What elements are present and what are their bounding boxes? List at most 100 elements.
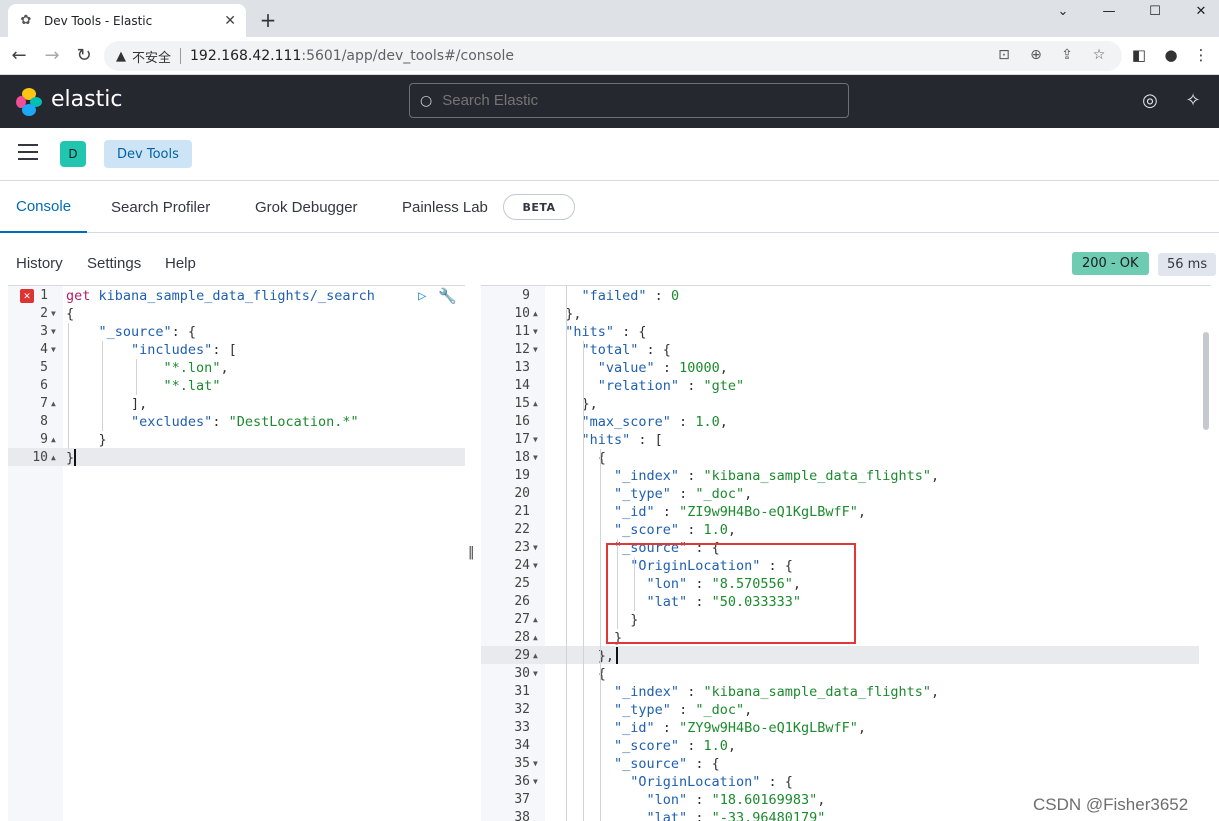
line-number: 36 [514, 774, 530, 789]
fold-up-icon[interactable]: ▲ [533, 611, 538, 629]
fold-down-icon[interactable]: ▼ [533, 755, 538, 773]
line-number: 33 [514, 720, 530, 735]
fold-up-icon[interactable]: ▲ [51, 449, 56, 467]
request-editor[interactable]: ✕ ▷ 🔧 1 get kibana_sample_data_flights/_s… [8, 285, 465, 821]
close-window-icon[interactable]: ✕ [1178, 0, 1219, 22]
tab-painless-lab[interactable]: Painless Lab [402, 181, 488, 233]
fold-down-icon[interactable]: ▼ [51, 323, 56, 341]
fold-up-icon[interactable]: ▲ [51, 395, 56, 413]
zoom-icon[interactable]: ⊕ [1026, 47, 1046, 63]
fold-down-icon[interactable]: ▼ [51, 341, 56, 359]
line-number: 26 [514, 594, 530, 609]
chevron-down-icon[interactable]: ⌄ [1040, 0, 1086, 22]
address-bar: ← → ↻ ▲ 不安全 192.168.42.111:5601/app/dev_… [0, 37, 1219, 75]
fold-down-icon[interactable]: ▼ [533, 773, 538, 791]
history-link[interactable]: History [16, 255, 63, 272]
translate-icon[interactable]: ⊡ [994, 47, 1014, 63]
line-number: 12 [514, 342, 530, 357]
code-line: { [549, 666, 606, 682]
newsfeed-icon[interactable]: ✧ [1181, 90, 1205, 111]
minimize-icon[interactable]: — [1086, 0, 1132, 22]
code-line: "includes": [ [131, 342, 237, 358]
fold-down-icon[interactable]: ▼ [533, 341, 538, 359]
panel-resizer-handle[interactable]: ‖ [468, 545, 475, 560]
code-line: } [66, 450, 75, 466]
indent-guide [600, 449, 601, 821]
run-request-icon[interactable]: ▷ [418, 288, 426, 304]
line-number: 21 [514, 504, 530, 519]
browser-tab[interactable]: ✿ Dev Tools - Elastic ✕ [8, 4, 246, 37]
code-line: "_id" : "ZI9w9H4Bo-eQ1KgLBwfF", [614, 504, 867, 520]
line-number: 4 [40, 342, 48, 357]
line-number: 9 [40, 432, 48, 447]
elastic-logo-icon[interactable] [16, 88, 44, 116]
fold-down-icon[interactable]: ▼ [533, 323, 538, 341]
bookmark-star-icon[interactable]: ☆ [1089, 47, 1109, 63]
fold-up-icon[interactable]: ▲ [533, 395, 538, 413]
tab-console[interactable]: Console [0, 181, 88, 233]
code-line: "*.lat" [163, 378, 221, 394]
fold-down-icon[interactable]: ▼ [51, 305, 56, 323]
fold-up-icon[interactable]: ▲ [533, 647, 538, 665]
sidebar-icon[interactable]: ◧ [1128, 46, 1150, 64]
code-line: "value" : 10000, [597, 360, 728, 376]
line-number: 24 [514, 558, 530, 573]
fold-down-icon[interactable]: ▼ [533, 665, 538, 683]
indent-guide [102, 341, 103, 431]
profile-avatar-icon[interactable]: ● [1160, 46, 1182, 64]
help-icon[interactable]: ◎ [1138, 90, 1162, 111]
fold-up-icon[interactable]: ▲ [51, 431, 56, 449]
line-number: 10 [32, 450, 48, 465]
code-line: "_index" : "kibana_sample_data_flights", [614, 684, 940, 700]
line-number: 38 [514, 810, 530, 821]
fold-down-icon[interactable]: ▼ [533, 449, 538, 467]
line-number: 19 [514, 468, 530, 483]
fold-down-icon[interactable]: ▼ [533, 557, 538, 575]
space-avatar[interactable]: D [60, 141, 86, 167]
text-cursor [74, 449, 76, 466]
line-number: 32 [514, 702, 530, 717]
line-number: 5 [40, 360, 48, 375]
breadcrumb-dev-tools[interactable]: Dev Tools [104, 140, 192, 168]
response-scrollbar[interactable] [1203, 332, 1209, 430]
wrench-icon[interactable]: 🔧 [438, 287, 457, 305]
share-icon[interactable]: ⇪ [1057, 47, 1077, 63]
close-tab-icon[interactable]: ✕ [224, 13, 236, 29]
maximize-icon[interactable]: ☐ [1132, 0, 1178, 22]
search-input[interactable] [442, 92, 823, 109]
fold-down-icon[interactable]: ▼ [533, 539, 538, 557]
line-number: 25 [514, 576, 530, 591]
line-number: 3 [40, 324, 48, 339]
code-line: "relation" : "gte" [597, 378, 745, 394]
beta-badge: BETA [503, 194, 575, 220]
fold-down-icon[interactable]: ▼ [533, 431, 538, 449]
help-link[interactable]: Help [165, 255, 196, 272]
tab-grok-debugger[interactable]: Grok Debugger [255, 181, 358, 233]
tab-search-profiler[interactable]: Search Profiler [111, 181, 210, 233]
code-line: get kibana_sample_data_flights/_search [66, 288, 375, 304]
fold-up-icon[interactable]: ▲ [533, 305, 538, 323]
code-line: "OriginLocation" : { [630, 774, 793, 790]
line-number: 2 [40, 306, 48, 321]
line-number: 6 [40, 378, 48, 393]
brand-name: elastic [51, 87, 123, 112]
reload-icon[interactable]: ↻ [73, 45, 95, 66]
code-line: "lon" : "18.60169983", [646, 792, 826, 808]
global-search[interactable]: ○ [409, 83, 849, 118]
code-line: "_score" : 1.0, [614, 738, 736, 754]
code-line: "_source": { [98, 324, 197, 340]
settings-link[interactable]: Settings [87, 255, 141, 272]
url-host: 192.168.42.111 [190, 48, 302, 64]
code-line: "_index" : "kibana_sample_data_flights", [614, 468, 940, 484]
forward-icon[interactable]: → [41, 45, 63, 66]
active-line-highlight [8, 448, 465, 466]
menu-toggle-icon[interactable] [18, 144, 38, 162]
back-icon[interactable]: ← [8, 45, 30, 66]
fold-up-icon[interactable]: ▲ [533, 629, 538, 647]
elastic-favicon-icon: ✿ [20, 13, 32, 28]
line-number: 8 [40, 414, 48, 429]
line-number: 13 [514, 360, 530, 375]
more-menu-icon[interactable]: ⋮ [1190, 46, 1212, 64]
url-omnibox[interactable]: ▲ 不安全 192.168.42.111:5601/app/dev_tools#… [104, 41, 1122, 71]
new-tab-icon[interactable]: + [256, 8, 280, 32]
